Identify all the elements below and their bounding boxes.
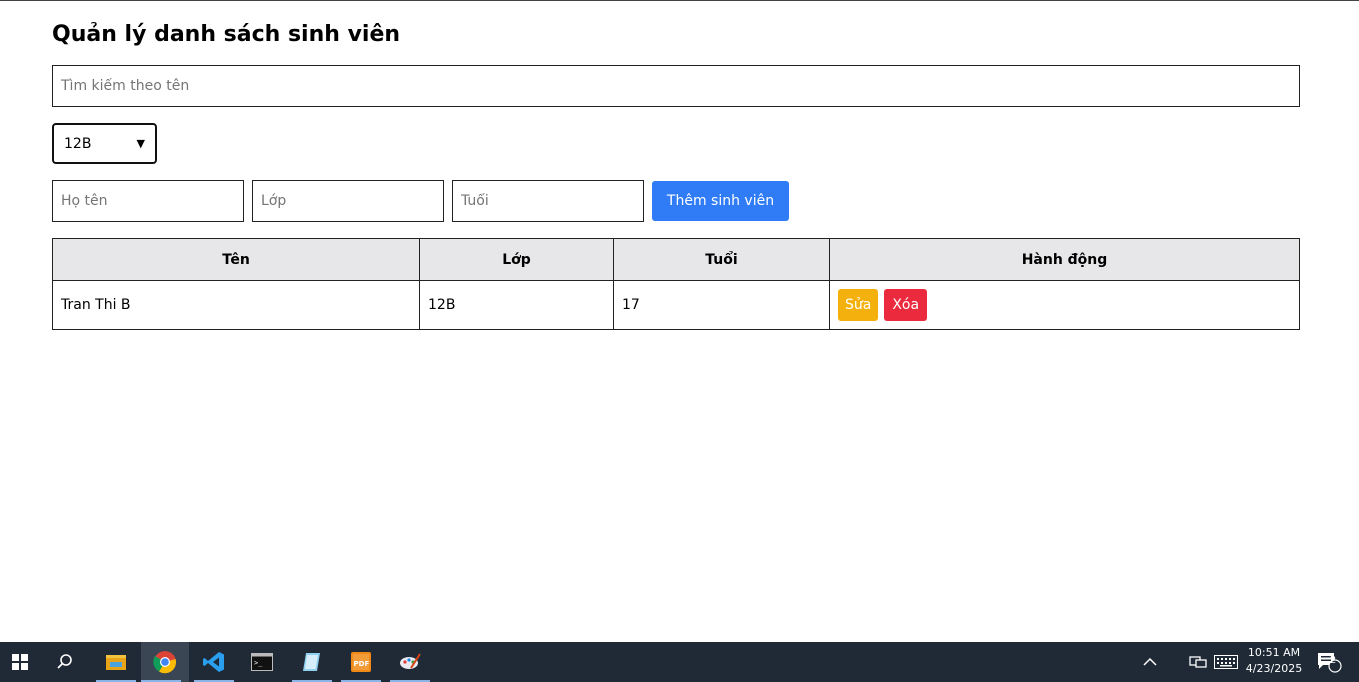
cell-actions: Sửa Xóa [829,280,1300,330]
chevron-up-icon[interactable] [1138,642,1162,682]
table-header-row: Tên Lớp Tuổi Hành động [52,238,1300,281]
svg-text:PDF: PDF [354,660,370,668]
network-icon[interactable] [1186,642,1210,682]
add-student-button[interactable]: Thêm sinh viên [652,181,789,221]
table-row: Tran Thi B 12B 17 Sửa Xóa [52,280,1300,330]
header-actions: Hành động [829,238,1300,281]
edit-button[interactable]: Sửa [838,289,879,321]
header-age: Tuổi [613,238,830,281]
pdf-icon[interactable]: PDF [341,642,381,682]
student-table: Tên Lớp Tuổi Hành động Tran Thi B 12B 17… [52,238,1300,330]
taskbar: >_ PDF 10:51 AM 4/23/2025 2 [0,642,1359,682]
windows-start-icon[interactable] [0,642,40,682]
clock-date: 4/23/2025 [1245,662,1303,675]
header-class: Lớp [419,238,614,281]
class-filter-select[interactable]: 12B ▼ [52,123,157,164]
cell-class: 12B [419,280,614,330]
name-field[interactable] [52,180,244,222]
cell-name: Tran Thi B [52,280,420,330]
vscode-icon[interactable] [194,642,234,682]
taskbar-clock[interactable]: 10:51 AM 4/23/2025 [1236,645,1312,677]
header-name: Tên [52,238,420,281]
notification-center-icon[interactable]: 2 [1314,642,1344,682]
search-input[interactable] [52,65,1300,107]
window-top-border [0,0,1359,1]
chrome-icon[interactable] [141,642,189,682]
clock-time: 10:51 AM [1247,646,1301,659]
class-field[interactable] [252,180,444,222]
page-title: Quản lý danh sách sinh viên [52,22,401,47]
delete-button[interactable]: Xóa [884,289,928,321]
terminal-icon[interactable]: >_ [242,642,282,682]
search-icon[interactable] [45,642,85,682]
notepad-icon[interactable] [292,642,332,682]
file-explorer-icon[interactable] [96,642,136,682]
paint-icon[interactable] [390,642,430,682]
notification-count: 2 [1329,655,1337,666]
age-field[interactable] [452,180,644,222]
class-filter-value: 12B [64,135,92,152]
cell-age: 17 [613,280,830,330]
svg-text:>_: >_ [254,659,263,667]
chevron-down-icon: ▼ [136,137,145,150]
